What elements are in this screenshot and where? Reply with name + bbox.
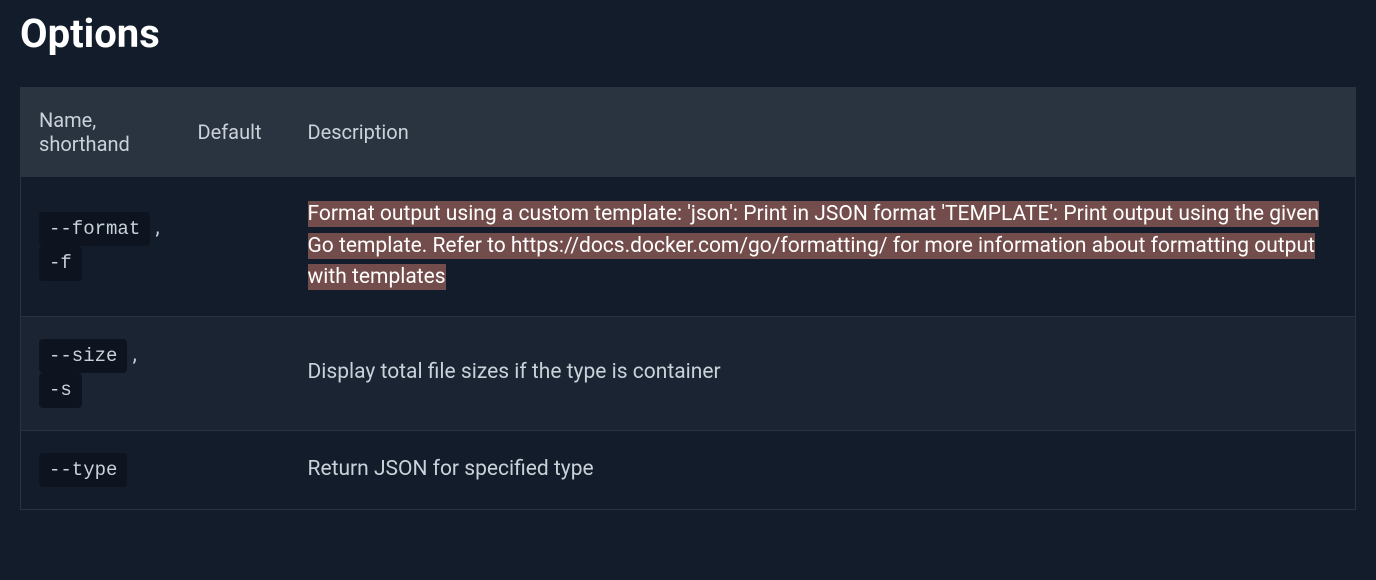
option-name-cell: --size , -s	[21, 316, 186, 430]
options-heading: Options	[20, 0, 1356, 57]
option-name-cell: --type	[21, 430, 186, 510]
header-default: Default	[186, 88, 296, 177]
option-default	[186, 316, 296, 430]
option-flag: --format	[39, 212, 150, 247]
shorthand-separator: ,	[155, 216, 159, 240]
option-flag: --type	[39, 453, 127, 488]
highlighted-description: Format output using a custom template: '…	[308, 201, 1319, 290]
option-description: Return JSON for specified type	[296, 430, 1356, 510]
option-default	[186, 177, 296, 317]
option-description: Format output using a custom template: '…	[296, 177, 1356, 317]
option-description: Display total file sizes if the type is …	[296, 316, 1356, 430]
header-name: Name, shorthand	[21, 88, 186, 177]
option-shorthand: -f	[39, 246, 82, 281]
options-table: Name, shorthand Default Description --fo…	[20, 87, 1356, 510]
option-flag: --size	[39, 339, 127, 374]
shorthand-separator: ,	[133, 343, 137, 367]
option-default	[186, 430, 296, 510]
option-shorthand: -s	[39, 373, 82, 408]
header-description: Description	[296, 88, 1356, 177]
option-name-cell: --format , -f	[21, 177, 186, 317]
table-row: --type Return JSON for specified type	[21, 430, 1356, 510]
table-row: --size , -s Display total file sizes if …	[21, 316, 1356, 430]
table-header-row: Name, shorthand Default Description	[21, 88, 1356, 177]
table-row: --format , -f Format output using a cust…	[21, 177, 1356, 317]
